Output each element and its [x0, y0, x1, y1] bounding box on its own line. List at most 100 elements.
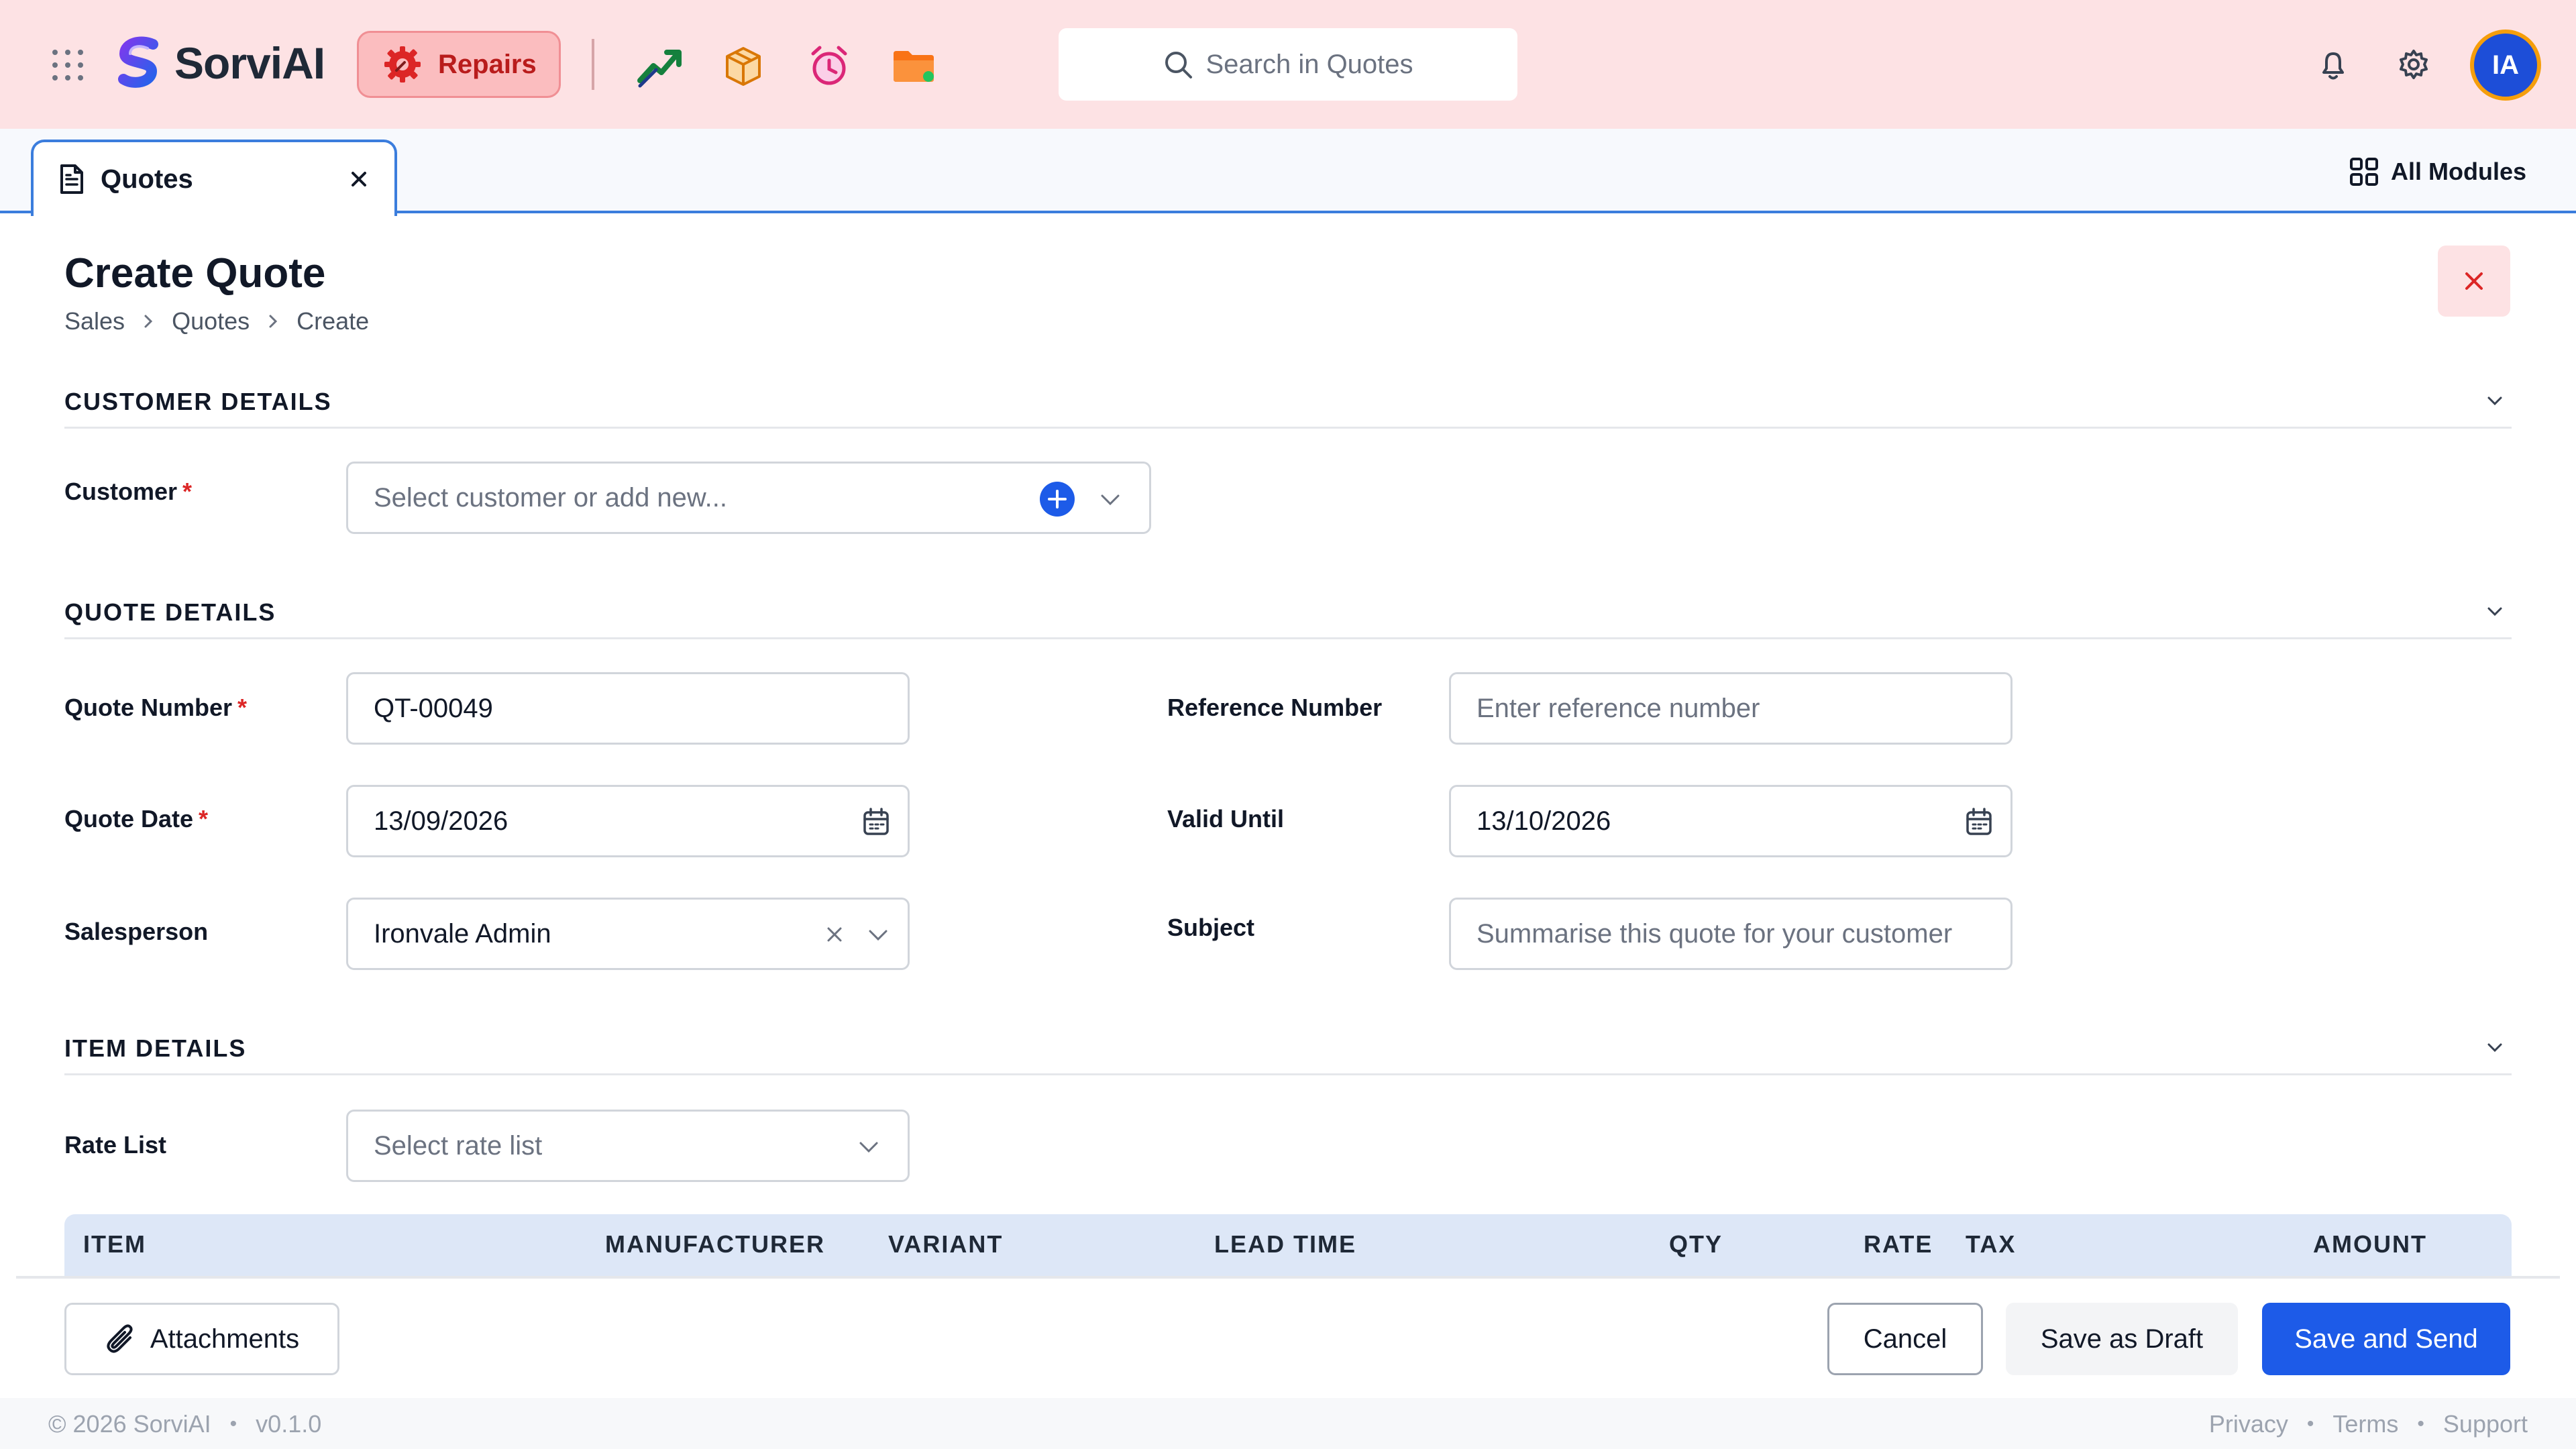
rate-list-label: Rate List	[64, 1131, 167, 1159]
footer-separator: •	[2417, 1413, 2424, 1435]
valid-until-value: 13/10/2026	[1477, 806, 1611, 836]
subject-placeholder: Summarise this quote for your customer	[1477, 918, 1953, 949]
close-icon[interactable]	[347, 168, 370, 191]
chevron-right-icon	[269, 315, 278, 328]
column-header-manufacturer: MANUFACTURER	[605, 1230, 825, 1258]
document-icon	[60, 164, 83, 194]
alarm-clock-icon[interactable]	[805, 42, 853, 90]
clear-icon[interactable]	[824, 924, 845, 945]
rate-list-select[interactable]: Select rate list	[346, 1110, 910, 1182]
chevron-down-icon	[869, 930, 888, 941]
reference-number-field[interactable]: Enter reference number	[1449, 672, 2012, 745]
bell-icon[interactable]	[2316, 47, 2351, 82]
tab-quotes[interactable]: Quotes	[31, 140, 397, 216]
quote-number-label: Quote Number *	[64, 694, 248, 721]
valid-until-label: Valid Until	[1167, 805, 1285, 833]
chevron-down-icon[interactable]	[2485, 390, 2505, 411]
breadcrumb: Sales Quotes Create	[64, 307, 369, 335]
all-modules-button[interactable]: All Modules	[2349, 157, 2526, 186]
customer-placeholder: Select customer or add new...	[374, 482, 727, 513]
paperclip-icon	[107, 1324, 133, 1353]
repair-gear-icon	[384, 46, 421, 83]
column-header-amount: AMOUNT	[2313, 1230, 2427, 1258]
column-header-qty: QTY	[1669, 1230, 1723, 1258]
top-header: SorviAI Repairs Search in Quotes IA	[0, 0, 2576, 129]
calendar-icon[interactable]	[1965, 807, 1993, 837]
tab-strip: Quotes All Modules	[0, 129, 2576, 216]
salesperson-label: Salesperson	[64, 918, 209, 945]
salesperson-select[interactable]: Ironvale Admin	[346, 898, 910, 970]
section-customer-details[interactable]: CUSTOMER DETAILS	[64, 388, 2512, 416]
cancel-button[interactable]: Cancel	[1827, 1303, 1983, 1375]
section-title: CUSTOMER DETAILS	[64, 388, 332, 415]
valid-until-field[interactable]: 13/10/2026	[1449, 785, 2012, 857]
user-avatar[interactable]: IA	[2470, 30, 2541, 101]
brand-logo-icon	[118, 36, 158, 88]
save-and-send-button[interactable]: Save and Send	[2262, 1303, 2510, 1375]
rate-list-placeholder: Select rate list	[374, 1130, 543, 1161]
section-title: ITEM DETAILS	[64, 1034, 247, 1062]
section-title: QUOTE DETAILS	[64, 598, 276, 626]
section-item-details[interactable]: ITEM DETAILS	[64, 1034, 2512, 1063]
chevron-down-icon	[859, 1142, 878, 1153]
section-divider	[64, 1073, 2512, 1075]
package-icon[interactable]	[719, 42, 767, 90]
chevron-down-icon	[1101, 494, 1120, 506]
brand-name: SorviAI	[174, 38, 325, 88]
chevron-down-icon[interactable]	[2485, 1037, 2505, 1057]
column-header-tax: TAX	[1966, 1230, 2017, 1258]
brand-logo[interactable]: SorviAI	[111, 35, 325, 91]
close-icon	[2465, 272, 2483, 290]
search-placeholder: Search in Quotes	[1205, 49, 1413, 79]
all-modules-label: All Modules	[2390, 158, 2526, 185]
footer-link-privacy[interactable]: Privacy	[2209, 1410, 2288, 1438]
column-header-variant: VARIANT	[888, 1230, 1004, 1258]
footer-link-terms[interactable]: Terms	[2332, 1410, 2398, 1438]
folder-icon[interactable]	[890, 42, 938, 90]
subject-label: Subject	[1167, 914, 1255, 941]
attachments-button[interactable]: Attachments	[64, 1303, 339, 1375]
chevron-down-icon[interactable]	[2485, 601, 2505, 621]
breadcrumb-sales[interactable]: Sales	[64, 307, 125, 335]
footer-separator: •	[229, 1413, 237, 1435]
section-quote-details[interactable]: QUOTE DETAILS	[64, 598, 2512, 627]
footer-separator: •	[2306, 1413, 2314, 1435]
quote-date-label: Quote Date *	[64, 805, 209, 833]
reference-placeholder: Enter reference number	[1477, 693, 1760, 723]
module-switcher-repairs[interactable]: Repairs	[357, 31, 561, 98]
gear-icon[interactable]	[2396, 47, 2431, 82]
save-as-draft-button[interactable]: Save as Draft	[2006, 1303, 2238, 1375]
section-divider	[64, 427, 2512, 429]
grid-icon	[2349, 158, 2378, 186]
chevron-right-icon	[144, 315, 153, 328]
page-footer: © 2026 SorviAI • v0.1.0 Privacy • Terms …	[0, 1398, 2576, 1449]
close-page-button[interactable]	[2438, 246, 2510, 317]
column-header-rate: RATE	[1864, 1230, 1933, 1258]
reference-number-label: Reference Number	[1167, 694, 1383, 721]
quote-number-field[interactable]: QT-00049	[346, 672, 910, 745]
global-search[interactable]: Search in Quotes	[1059, 28, 1517, 101]
quote-number-value: QT-00049	[374, 693, 493, 723]
breadcrumb-quotes[interactable]: Quotes	[172, 307, 250, 335]
calendar-icon[interactable]	[862, 807, 890, 837]
salesperson-value: Ironvale Admin	[374, 918, 551, 949]
customer-label: Customer *	[64, 478, 193, 505]
version-text: v0.1.0	[256, 1410, 322, 1438]
attachments-label: Attachments	[150, 1324, 300, 1354]
trending-up-icon[interactable]	[636, 42, 684, 90]
subject-field[interactable]: Summarise this quote for your customer	[1449, 898, 2012, 970]
action-bar-divider	[16, 1276, 2560, 1279]
column-header-item: ITEM	[83, 1230, 146, 1258]
tab-label: Quotes	[101, 164, 193, 194]
footer-link-support[interactable]: Support	[2443, 1410, 2528, 1438]
quote-date-field[interactable]: 13/09/2026	[346, 785, 910, 857]
customer-select[interactable]: Select customer or add new...	[346, 462, 1151, 534]
app-launcher-icon[interactable]	[52, 50, 83, 80]
header-divider	[592, 39, 594, 90]
copyright-text: © 2026 SorviAI	[48, 1410, 211, 1438]
items-table-header: ITEM MANUFACTURER VARIANT LEAD TIME QTY …	[64, 1214, 2512, 1276]
breadcrumb-create: Create	[297, 307, 370, 335]
section-divider	[64, 637, 2512, 639]
add-customer-icon[interactable]	[1039, 481, 1075, 517]
avatar-initials: IA	[2492, 50, 2519, 80]
